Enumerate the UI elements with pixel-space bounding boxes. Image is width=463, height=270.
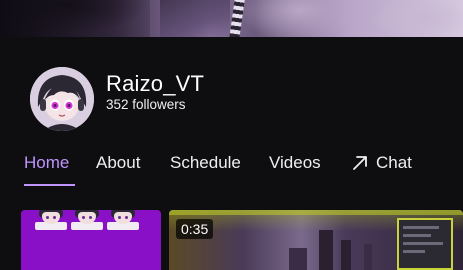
tab-about-label: About	[96, 153, 141, 172]
external-arrow-icon	[353, 156, 367, 170]
video-card[interactable]	[21, 210, 161, 270]
tab-chat-label: Chat	[376, 153, 412, 172]
video-thumbnail	[169, 210, 463, 270]
tab-home[interactable]: Home	[24, 153, 75, 186]
tab-chat[interactable]: Chat	[351, 153, 412, 173]
channel-banner	[0, 0, 463, 37]
channel-avatar[interactable]	[30, 67, 94, 131]
tab-videos[interactable]: Videos	[269, 153, 321, 173]
emote-thumbnail-image	[107, 210, 139, 232]
video-card[interactable]: 0:35	[169, 210, 463, 270]
follower-count: 352 followers	[106, 97, 186, 112]
video-duration-badge: 0:35	[176, 219, 214, 239]
active-tab-indicator	[24, 184, 75, 186]
tab-schedule[interactable]: Schedule	[170, 153, 241, 173]
tab-schedule-label: Schedule	[170, 153, 241, 172]
tab-about[interactable]: About	[96, 153, 140, 173]
emote-thumbnail-image	[71, 210, 103, 232]
chat-overlay-panel	[397, 218, 453, 270]
tab-videos-label: Videos	[269, 153, 321, 172]
channel-header: Raizo_VT 352 followers Home About Schedu…	[0, 37, 463, 270]
tab-home-label: Home	[24, 153, 70, 172]
emote-thumbnail-image	[35, 210, 67, 232]
channel-name[interactable]: Raizo_VT	[106, 71, 204, 97]
